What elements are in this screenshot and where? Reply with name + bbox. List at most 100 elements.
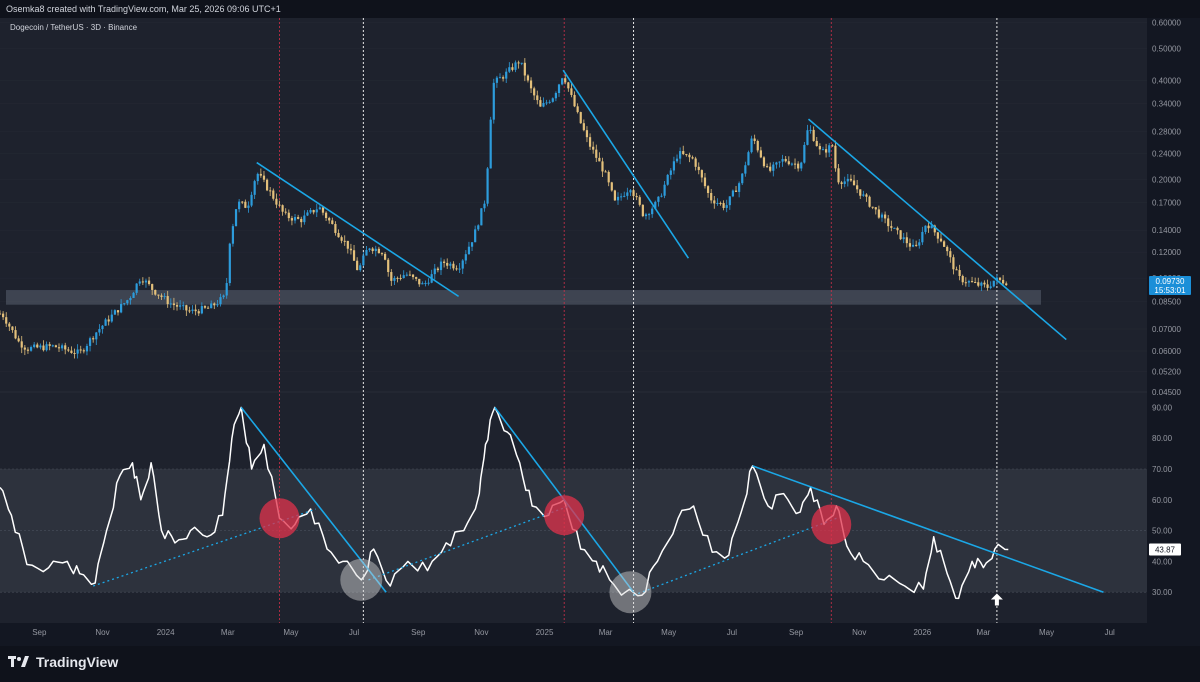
candle-body xyxy=(402,275,405,279)
candle-body xyxy=(722,203,725,208)
time-tick-label: Jul xyxy=(1105,628,1115,637)
candle-body xyxy=(222,295,225,298)
candle-body xyxy=(936,232,939,239)
candle-body xyxy=(262,175,266,180)
candle-body xyxy=(265,179,269,191)
time-tick-label: Sep xyxy=(411,628,426,637)
candle-body xyxy=(278,204,281,206)
candle-body xyxy=(216,304,219,306)
candle-body xyxy=(983,282,986,285)
candle-body xyxy=(365,250,368,256)
candle-body xyxy=(915,244,918,246)
candle-body xyxy=(88,338,92,346)
candle-body xyxy=(138,281,141,284)
candle-body xyxy=(573,94,576,107)
candle-body xyxy=(561,78,564,85)
candle-body xyxy=(688,154,691,158)
candle-body xyxy=(331,220,334,225)
candle-body xyxy=(601,161,604,172)
candle-body xyxy=(200,306,203,314)
candle-body xyxy=(852,180,856,186)
candle-body xyxy=(346,240,349,249)
candle-body xyxy=(977,282,980,286)
time-tick-label: May xyxy=(661,628,676,637)
candle-body xyxy=(713,200,716,204)
candle-body xyxy=(675,158,679,162)
candle-body xyxy=(160,295,163,297)
candle-body xyxy=(343,240,346,242)
candle-body xyxy=(632,190,635,197)
candle-body xyxy=(803,144,806,163)
candle-body xyxy=(828,145,831,153)
candle-body xyxy=(259,173,262,176)
candle-body xyxy=(759,150,762,158)
price-badge-countdown: 15:53:01 xyxy=(1154,286,1186,295)
candle-body xyxy=(570,88,573,95)
candle-body xyxy=(921,231,924,243)
candle-body xyxy=(781,158,784,162)
candle-body xyxy=(129,297,132,301)
candle-body xyxy=(800,162,803,169)
candle-body xyxy=(890,226,893,228)
candle-body xyxy=(911,244,915,247)
candle-body xyxy=(39,345,42,348)
candle-body xyxy=(719,202,722,204)
candle-body xyxy=(638,197,641,205)
candle-body xyxy=(390,272,393,281)
candle-body xyxy=(377,248,380,254)
candle-body xyxy=(349,248,353,251)
candle-body xyxy=(980,282,983,286)
candle-body xyxy=(387,259,390,273)
candle-body xyxy=(54,345,58,348)
candle-body xyxy=(964,282,967,284)
candle-body xyxy=(514,62,517,70)
tradingview-logo[interactable]: TradingView xyxy=(8,654,118,670)
candle-body xyxy=(20,341,23,348)
candle-body xyxy=(778,161,781,163)
candle-body xyxy=(498,77,502,79)
candle-body xyxy=(762,157,766,167)
price-tick-label: 0.14000 xyxy=(1152,226,1181,235)
price-tick-label: 0.60000 xyxy=(1152,19,1181,28)
candle-body xyxy=(79,349,82,351)
candle-body xyxy=(797,163,800,169)
candle-body xyxy=(393,277,396,281)
candle-body xyxy=(151,284,154,290)
candle-body xyxy=(306,212,309,216)
candle-body xyxy=(887,218,890,227)
candle-body xyxy=(738,183,741,192)
candle-body xyxy=(272,190,275,199)
candle-body xyxy=(439,261,443,271)
candle-body xyxy=(185,305,188,311)
candle-body xyxy=(946,246,949,252)
candle-body xyxy=(753,138,756,141)
candle-body xyxy=(502,77,505,79)
candle-body xyxy=(359,265,362,271)
time-tick-label: 2025 xyxy=(536,628,554,637)
rsi-tick-label: 70.00 xyxy=(1152,465,1173,474)
candle-body xyxy=(1005,283,1008,286)
candle-body xyxy=(33,344,36,348)
candle-body xyxy=(123,303,126,305)
candle-body xyxy=(986,284,989,288)
candle-body xyxy=(104,319,107,326)
candle-body xyxy=(461,260,464,269)
candle-body xyxy=(775,162,778,165)
time-tick-label: Nov xyxy=(474,628,488,637)
candle-body xyxy=(505,71,508,79)
candle-body xyxy=(641,204,644,217)
candle-body xyxy=(337,232,340,238)
candle-body xyxy=(45,344,48,351)
candle-body xyxy=(533,88,536,96)
candle-body xyxy=(371,248,374,252)
candle-body xyxy=(250,194,253,206)
candle-body xyxy=(421,283,424,285)
candle-body xyxy=(120,303,123,313)
candle-body xyxy=(443,261,446,263)
candle-body xyxy=(85,345,89,352)
candle-body xyxy=(399,277,402,279)
rsi-tick-label: 60.00 xyxy=(1152,496,1173,505)
candle-body xyxy=(362,255,365,266)
candle-body xyxy=(790,163,794,165)
candle-body xyxy=(862,194,865,196)
